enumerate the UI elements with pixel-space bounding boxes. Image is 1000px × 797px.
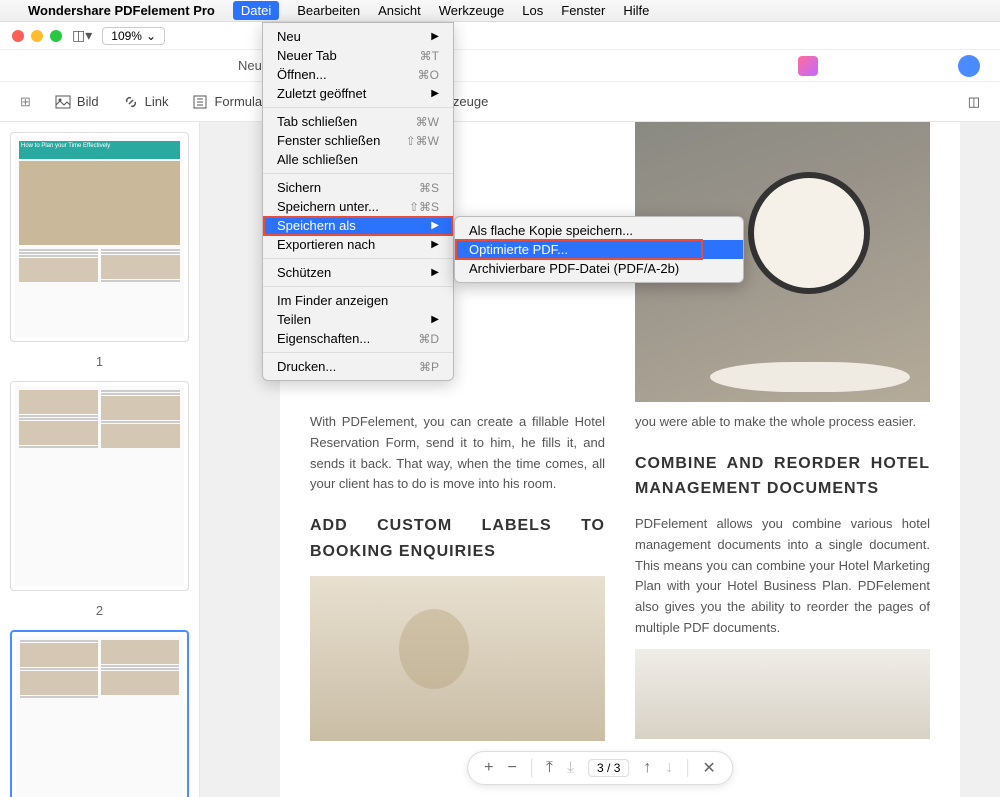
- menu-item-teilen[interactable]: Teilen▶: [263, 310, 453, 329]
- menu-item--ffnen-[interactable]: Öffnen...⌘O: [263, 65, 453, 84]
- zoom-in-button[interactable]: +: [484, 759, 493, 777]
- thumbnail-2[interactable]: [10, 381, 189, 591]
- thumb-label-1: 1: [10, 350, 189, 381]
- datei-menu: Neu▶Neuer Tab⌘TÖffnen...⌘OZuletzt geöffn…: [262, 22, 454, 381]
- apps-grid-icon[interactable]: ⊞: [20, 94, 31, 110]
- menu-item-fenster-schlie-en[interactable]: Fenster schließen⇧⌘W: [263, 131, 453, 150]
- close-button[interactable]: [12, 30, 24, 42]
- menu-datei[interactable]: Datei: [233, 1, 279, 20]
- menu-item-alle-schlie-en[interactable]: Alle schließen: [263, 150, 453, 169]
- tabbar: Neuer Tab+: [0, 50, 1000, 82]
- toolbar: ⊞ Bild Link Formular Schwärzen Werkzeuge…: [0, 82, 1000, 122]
- menu-bearbeiten[interactable]: Bearbeiten: [297, 3, 360, 18]
- menu-item-im-finder-anzeigen[interactable]: Im Finder anzeigen: [263, 291, 453, 310]
- menu-item-tab-schlie-en[interactable]: Tab schließen⌘W: [263, 112, 453, 131]
- mac-menubar: Wondershare PDFelement Pro Datei Bearbei…: [0, 0, 1000, 22]
- window-titlebar: ◫▾ 109%⌄: [0, 22, 1000, 50]
- menu-item-exportieren-nach[interactable]: Exportieren nach▶: [263, 235, 453, 254]
- menu-item-eigenschaften-[interactable]: Eigenschaften...⌘D: [263, 329, 453, 348]
- doc-para-2: you were able to make the whole process …: [635, 412, 930, 433]
- app-name: Wondershare PDFelement Pro: [28, 3, 215, 18]
- thumbnail-3[interactable]: [10, 630, 189, 797]
- close-nav-button[interactable]: ✕: [702, 758, 715, 778]
- app-badge-icon[interactable]: [798, 56, 818, 76]
- thumbnail-1[interactable]: How to Plan your Time Effectively: [10, 132, 189, 342]
- menu-item-speichern-als[interactable]: Speichern als▶: [263, 216, 453, 235]
- menu-item-neuer-tab[interactable]: Neuer Tab⌘T: [263, 46, 453, 65]
- first-page-button[interactable]: ⤒: [546, 759, 553, 777]
- maximize-button[interactable]: [50, 30, 62, 42]
- menu-hilfe[interactable]: Hilfe: [623, 3, 649, 18]
- menu-werkzeuge[interactable]: Werkzeuge: [439, 3, 505, 18]
- doc-heading-2: COMBINE AND REORDER HOTEL MANAGEMENT DOC…: [635, 451, 930, 502]
- speichern-als-submenu: Als flache Kopie speichern...Optimierte …: [454, 216, 744, 283]
- traffic-lights: [12, 30, 62, 42]
- tool-link[interactable]: Link: [123, 94, 169, 110]
- menu-ansicht[interactable]: Ansicht: [378, 3, 421, 18]
- zoom-out-button[interactable]: −: [508, 759, 517, 777]
- doc-para-1: With PDFelement, you can create a fillab…: [310, 412, 605, 495]
- user-avatar[interactable]: [958, 55, 980, 77]
- next-page-button[interactable]: ↓: [665, 759, 673, 777]
- submenu-item-als-flache-kopie-speichern-[interactable]: Als flache Kopie speichern...: [455, 221, 743, 240]
- menu-item-zuletzt-ge-ffnet[interactable]: Zuletzt geöffnet▶: [263, 84, 453, 103]
- page-navigator: + − ⤒ ⤓ 3 / 3 ↑ ↓ ✕: [467, 751, 733, 785]
- menu-item-speichern-unter-[interactable]: Speichern unter...⇧⌘S: [263, 197, 453, 216]
- doc-image-mid: [310, 576, 605, 741]
- minimize-button[interactable]: [31, 30, 43, 42]
- menu-item-sichern[interactable]: Sichern⌘S: [263, 178, 453, 197]
- doc-para-3: PDFelement allows you combine various ho…: [635, 514, 930, 639]
- page-indicator[interactable]: 3 / 3: [588, 759, 629, 777]
- menu-item-neu[interactable]: Neu▶: [263, 27, 453, 46]
- prev-page-button[interactable]: ↑: [643, 759, 651, 777]
- thumb-label-2: 2: [10, 599, 189, 630]
- menu-fenster[interactable]: Fenster: [561, 3, 605, 18]
- zoom-select[interactable]: 109%⌄: [102, 27, 165, 45]
- tool-formular[interactable]: Formular: [192, 94, 266, 110]
- menu-los[interactable]: Los: [522, 3, 543, 18]
- sidebar-toggle-icon[interactable]: ◫▾: [72, 27, 92, 44]
- submenu-item-optimierte-pdf-[interactable]: Optimierte PDF...: [455, 240, 743, 259]
- doc-image-right: [635, 649, 930, 739]
- menu-item-sch-tzen[interactable]: Schützen▶: [263, 263, 453, 282]
- menu-item-drucken-[interactable]: Drucken...⌘P: [263, 357, 453, 376]
- thumbnail-panel: How to Plan your Time Effectively 1 2 3: [0, 122, 200, 797]
- submenu-item-archivierbare-pdf-datei-pdf-a-b-[interactable]: Archivierbare PDF-Datei (PDF/A-2b): [455, 259, 743, 278]
- panel-toggle-icon[interactable]: ◫: [968, 94, 980, 110]
- last-page-button[interactable]: ⤓: [567, 759, 574, 777]
- tool-bild[interactable]: Bild: [55, 94, 99, 110]
- doc-heading-1: ADD CUSTOM LABELS TO BOOKING ENQUIRIES: [310, 513, 605, 564]
